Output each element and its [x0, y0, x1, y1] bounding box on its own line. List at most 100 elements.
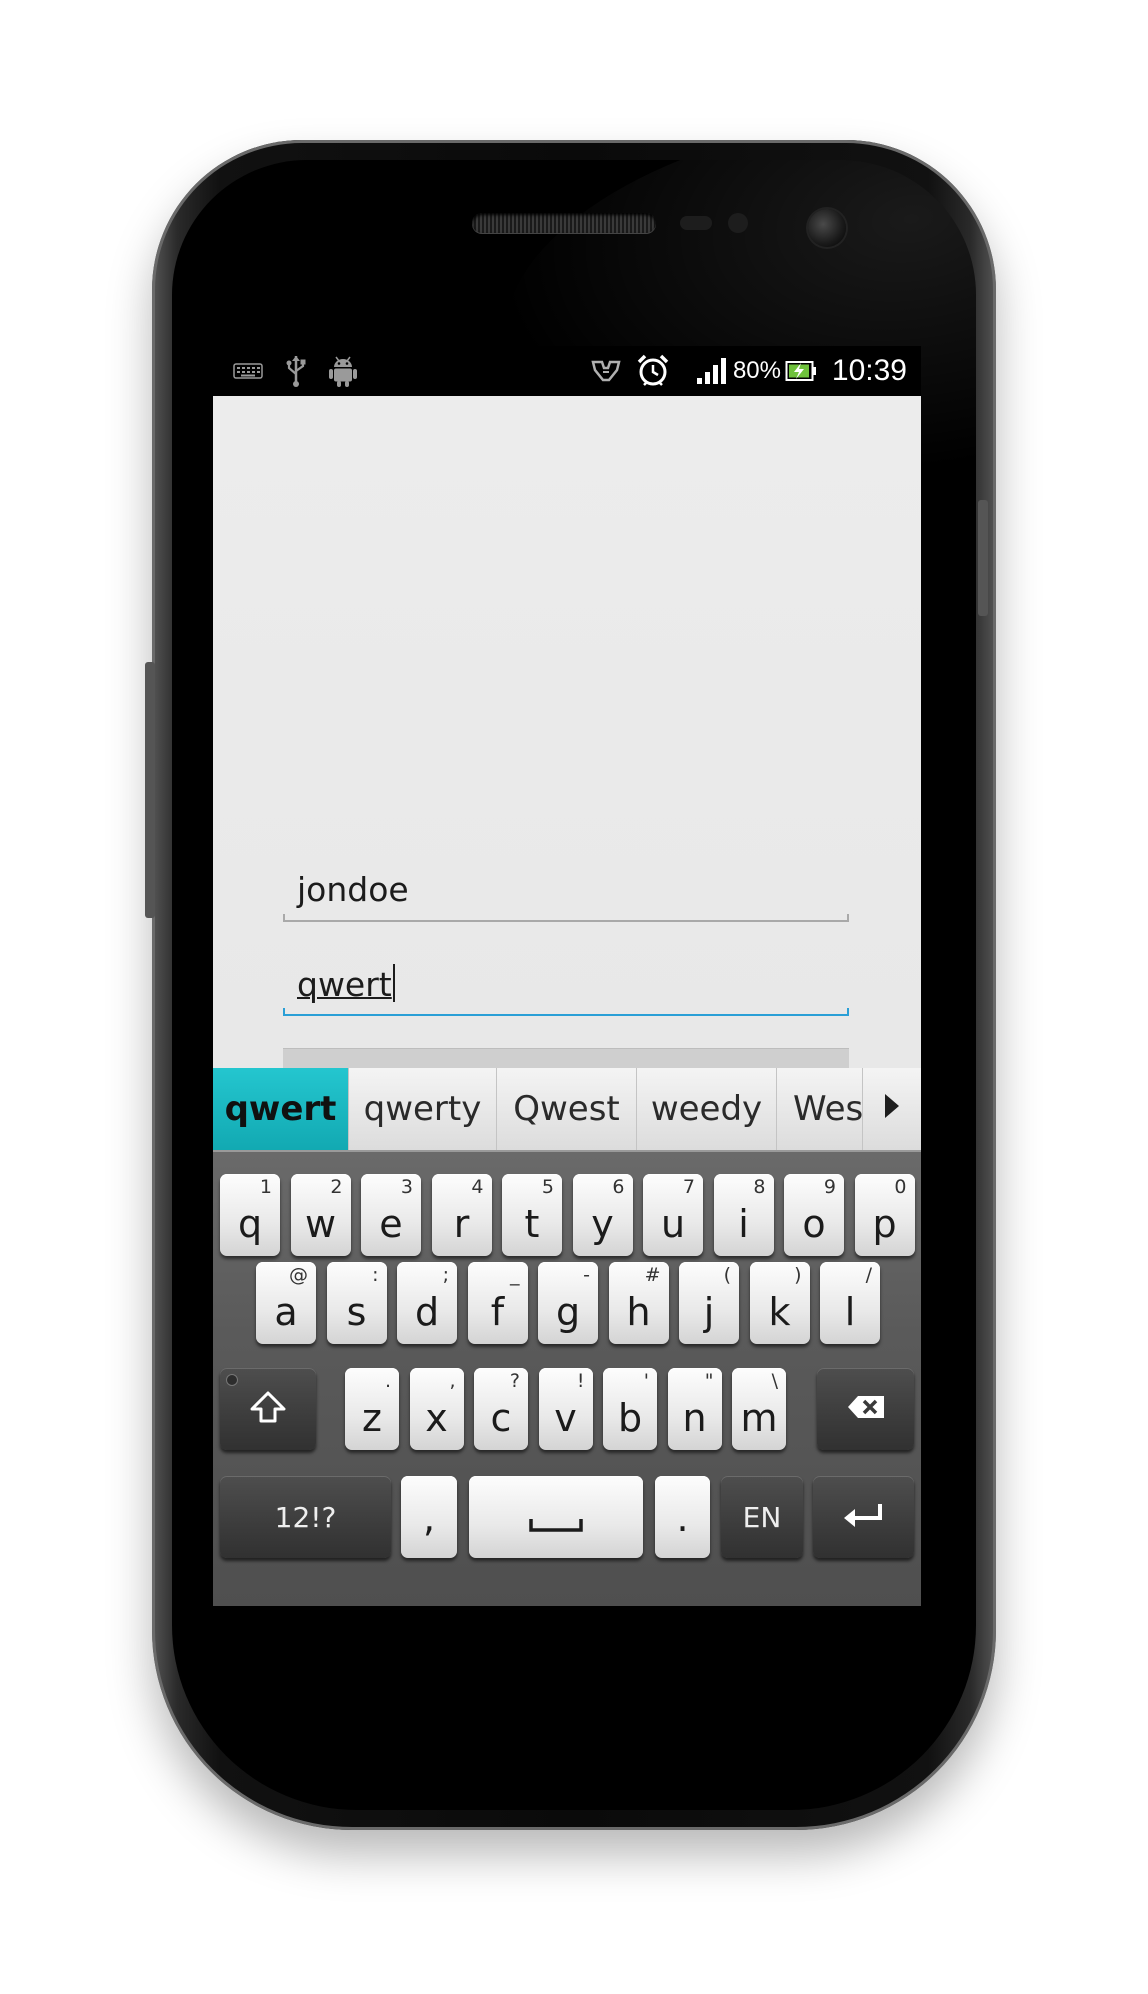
- key-label: z: [362, 1396, 382, 1440]
- usb-icon: [285, 346, 307, 396]
- key-g[interactable]: -g: [538, 1262, 598, 1344]
- battery-charging-icon: [785, 346, 817, 396]
- space-key[interactable]: [469, 1476, 643, 1558]
- language-key-label: EN: [742, 1501, 782, 1534]
- key-label: i: [738, 1202, 749, 1246]
- key-p[interactable]: 0p: [854, 1174, 915, 1256]
- key-label: r: [453, 1202, 470, 1246]
- key-t[interactable]: 5t: [502, 1174, 562, 1256]
- key-alt-label: 9: [823, 1176, 836, 1198]
- key-alt-label: /: [865, 1264, 872, 1286]
- key-alt-label: 6: [612, 1176, 625, 1198]
- password-underline-focused: [283, 1008, 849, 1016]
- key-label: x: [425, 1396, 448, 1440]
- key-alt-label: (: [723, 1264, 731, 1286]
- key-label: b: [617, 1396, 643, 1440]
- earpiece-speaker: [472, 213, 656, 233]
- key-label: d: [414, 1290, 440, 1334]
- suggestion-item[interactable]: qwerty: [349, 1068, 497, 1150]
- key-alt-label: \: [771, 1370, 778, 1392]
- key-alt-label: !: [576, 1370, 585, 1392]
- key-f[interactable]: _ f: [467, 1262, 528, 1344]
- symbols-key[interactable]: 12!?: [220, 1476, 391, 1558]
- key-label: p: [872, 1202, 897, 1246]
- key-label: j: [703, 1290, 715, 1334]
- key-q[interactable]: 1q: [220, 1174, 280, 1256]
- key-alt-label: 8: [753, 1176, 766, 1198]
- key-w[interactable]: 2w: [290, 1174, 351, 1256]
- power-button: [978, 500, 988, 616]
- key-h[interactable]: # h: [608, 1262, 669, 1344]
- comma-key[interactable]: ,: [401, 1476, 457, 1558]
- suggestion-item[interactable]: Wes: [777, 1068, 863, 1150]
- play-arrow-icon: [883, 1089, 901, 1129]
- key-alt-label: _: [510, 1264, 520, 1286]
- backspace-key[interactable]: [817, 1368, 914, 1450]
- key-i[interactable]: 8i: [713, 1174, 774, 1256]
- shift-key[interactable]: [220, 1368, 316, 1450]
- android-debug-icon: [328, 346, 358, 396]
- key-alt-label: 5: [541, 1176, 554, 1198]
- key-label: w: [304, 1202, 337, 1246]
- suggestion-item[interactable]: Qwest: [497, 1068, 637, 1150]
- key-m[interactable]: \ m: [732, 1368, 786, 1450]
- key-alt-label: @: [289, 1264, 308, 1286]
- volume-button: [145, 662, 155, 918]
- key-label: s: [346, 1290, 367, 1334]
- enter-key[interactable]: [813, 1476, 914, 1558]
- key-label: k: [768, 1290, 791, 1334]
- username-field[interactable]: jondoe: [283, 862, 849, 922]
- key-r[interactable]: 4r: [431, 1174, 492, 1256]
- comma-key-label: ,: [422, 1496, 436, 1540]
- key-u[interactable]: 7u: [643, 1174, 703, 1256]
- key-y[interactable]: 6y: [572, 1174, 633, 1256]
- key-alt-label: 0: [894, 1176, 907, 1198]
- key-alt-label: ,: [449, 1370, 456, 1392]
- key-d[interactable]: ; d: [397, 1262, 457, 1344]
- key-s[interactable]: :s: [326, 1262, 387, 1344]
- key-b[interactable]: ' b: [603, 1368, 657, 1450]
- key-alt-label: ): [794, 1264, 802, 1286]
- shift-icon: [249, 1390, 287, 1428]
- key-l[interactable]: / l: [820, 1262, 880, 1344]
- username-value: jondoe: [297, 870, 409, 909]
- key-label: q: [237, 1202, 263, 1246]
- keyboard-icon: [233, 346, 263, 396]
- key-n[interactable]: " n: [667, 1368, 722, 1450]
- key-x[interactable]: ,x: [409, 1368, 464, 1450]
- key-alt-label: 4: [471, 1176, 484, 1198]
- key-c[interactable]: ? c: [474, 1368, 528, 1450]
- key-alt-label: ;: [442, 1264, 449, 1286]
- key-j[interactable]: (j: [679, 1262, 739, 1344]
- proximity-sensor: [680, 216, 712, 230]
- key-k[interactable]: ) k: [749, 1262, 810, 1344]
- key-alt-label: 3: [400, 1176, 413, 1198]
- battery-percent: 80%: [732, 357, 781, 384]
- key-alt-label: :: [372, 1264, 379, 1286]
- phone-screen: 80% 10:39 jondoe qwert qwert qwerty Qwes…: [213, 346, 921, 1606]
- key-label: h: [626, 1290, 651, 1334]
- password-field[interactable]: qwert: [283, 956, 849, 1016]
- network-icon: [591, 346, 621, 396]
- username-underline: [283, 914, 849, 922]
- suggestion-item[interactable]: qwert: [213, 1068, 349, 1150]
- language-key[interactable]: EN: [721, 1476, 803, 1558]
- period-key[interactable]: .: [655, 1476, 710, 1558]
- key-a[interactable]: @ a: [256, 1262, 316, 1344]
- alarm-icon: [636, 346, 670, 396]
- password-value: qwert: [297, 965, 392, 1004]
- suggestion-item[interactable]: weedy: [637, 1068, 777, 1150]
- more-suggestions-button[interactable]: [863, 1068, 921, 1150]
- key-z[interactable]: .z: [345, 1368, 399, 1450]
- key-label: c: [490, 1396, 512, 1440]
- key-e[interactable]: 3e: [361, 1174, 421, 1256]
- key-label: g: [555, 1290, 581, 1334]
- key-label: t: [524, 1202, 540, 1246]
- key-label: u: [660, 1202, 686, 1246]
- key-o[interactable]: 9o: [784, 1174, 844, 1256]
- clock: 10:39: [831, 354, 907, 387]
- key-v[interactable]: ! v: [538, 1368, 593, 1450]
- key-label: y: [591, 1202, 614, 1246]
- key-alt-label: #: [644, 1264, 661, 1286]
- enter-icon: [842, 1502, 886, 1532]
